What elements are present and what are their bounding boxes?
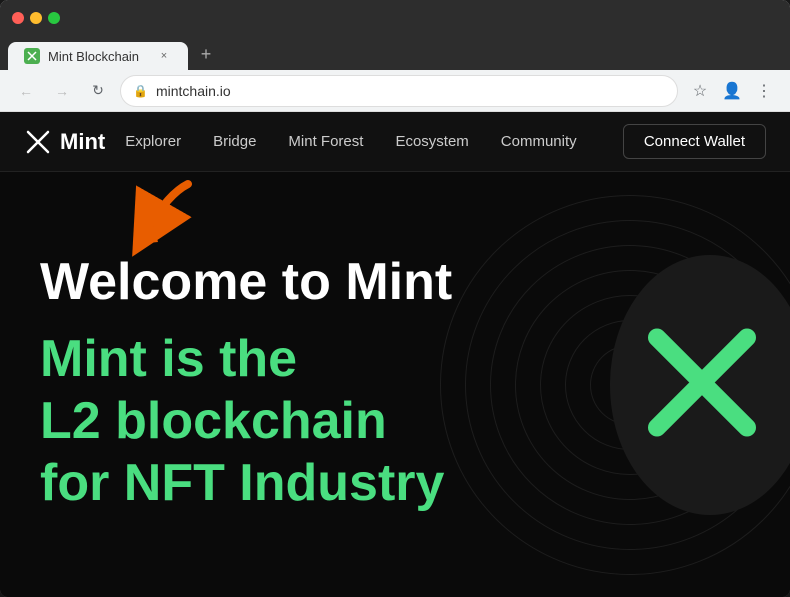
nav-item-ecosystem[interactable]: Ecosystem bbox=[395, 133, 468, 150]
toolbar-actions: ☆ 👤 ⋮ bbox=[686, 77, 778, 105]
menu-button[interactable]: ⋮ bbox=[750, 77, 778, 105]
bookmark-button[interactable]: ☆ bbox=[686, 77, 714, 105]
logo-icon bbox=[24, 128, 52, 156]
profile-button[interactable]: 👤 bbox=[718, 77, 746, 105]
nav-links: Explorer Bridge Mint Forest Ecosystem Co… bbox=[125, 133, 623, 150]
site-navigation: Mint Explorer Bridge Mint Forest Ecosyst… bbox=[0, 112, 790, 172]
browser-frame: Mint Blockchain × + ← → ↻ 🔒 mintchain.io… bbox=[0, 0, 790, 597]
hero-section: Welcome to Mint Mint is the L2 blockchai… bbox=[0, 172, 790, 597]
tab-favicon bbox=[24, 48, 40, 64]
hero-subtitle-line2: L2 blockchain bbox=[40, 390, 750, 452]
browser-titlebar bbox=[0, 0, 790, 36]
security-lock-icon: 🔒 bbox=[133, 84, 148, 98]
tab-close-button[interactable]: × bbox=[156, 48, 172, 64]
address-bar[interactable]: 🔒 mintchain.io bbox=[120, 75, 678, 107]
site-logo[interactable]: Mint bbox=[24, 128, 105, 156]
back-button[interactable]: ← bbox=[12, 77, 40, 105]
connect-wallet-button[interactable]: Connect Wallet bbox=[623, 124, 766, 159]
nav-item-community[interactable]: Community bbox=[501, 133, 577, 150]
hero-title: Welcome to Mint bbox=[40, 254, 750, 311]
new-tab-button[interactable]: + bbox=[192, 40, 220, 68]
browser-toolbar: ← → ↻ 🔒 mintchain.io ☆ 👤 ⋮ bbox=[0, 70, 790, 112]
hero-subtitle: Mint is the L2 blockchain for NFT Indust… bbox=[40, 328, 750, 515]
nav-item-bridge[interactable]: Bridge bbox=[213, 133, 256, 150]
nav-item-mint-forest[interactable]: Mint Forest bbox=[288, 133, 363, 150]
window-maximize-button[interactable] bbox=[48, 12, 60, 24]
nav-item-explorer[interactable]: Explorer bbox=[125, 133, 181, 150]
logo-text: Mint bbox=[60, 129, 105, 155]
tab-title: Mint Blockchain bbox=[48, 49, 139, 64]
active-tab[interactable]: Mint Blockchain × bbox=[8, 42, 188, 70]
hero-subtitle-line1: Mint is the bbox=[40, 328, 750, 390]
url-text: mintchain.io bbox=[156, 83, 665, 99]
tab-bar: Mint Blockchain × + bbox=[0, 36, 790, 70]
website-content: Mint Explorer Bridge Mint Forest Ecosyst… bbox=[0, 112, 790, 597]
window-minimize-button[interactable] bbox=[30, 12, 42, 24]
window-close-button[interactable] bbox=[12, 12, 24, 24]
window-controls bbox=[12, 12, 60, 24]
hero-subtitle-line3: for NFT Industry bbox=[40, 452, 750, 514]
forward-button[interactable]: → bbox=[48, 77, 76, 105]
refresh-button[interactable]: ↻ bbox=[84, 77, 112, 105]
